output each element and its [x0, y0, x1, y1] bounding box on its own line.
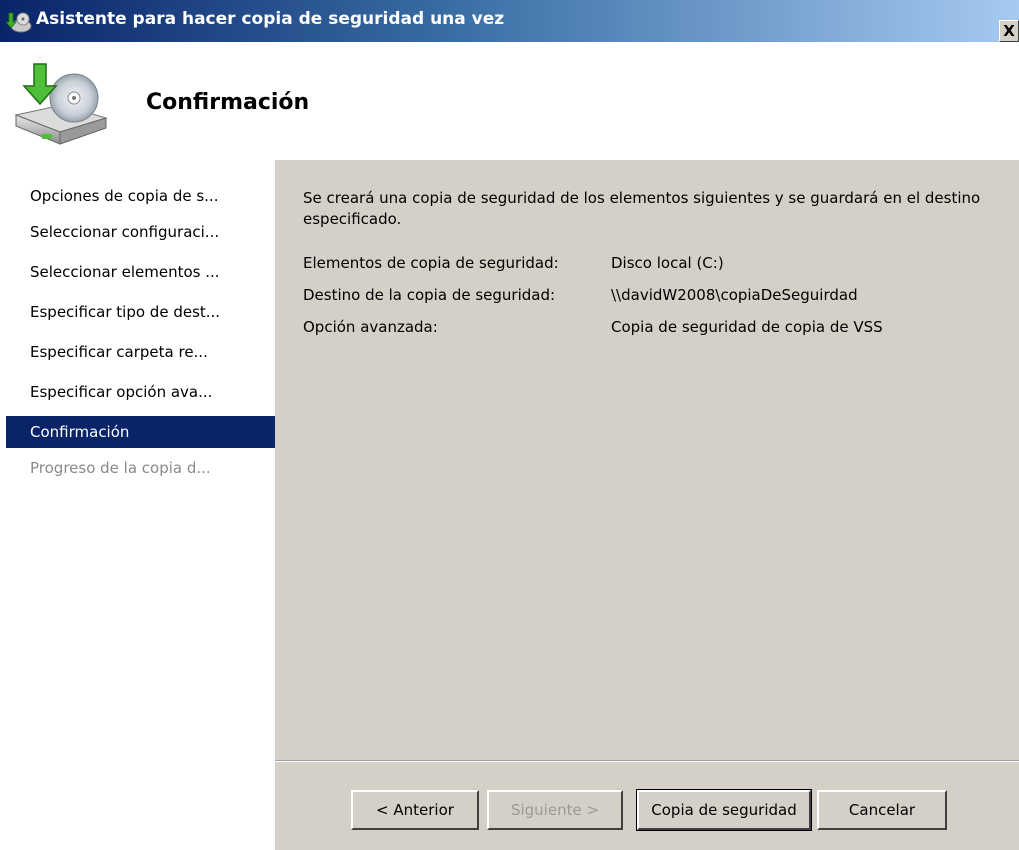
- title-bar: Asistente para hacer copia de seguridad …: [0, 0, 1019, 42]
- wizard-footer: < Anterior Siguiente > Copia de segurida…: [275, 762, 1019, 850]
- step-advanced-option[interactable]: Especificar opción ava...: [6, 376, 275, 408]
- step-remote-folder[interactable]: Especificar carpeta re...: [6, 336, 275, 368]
- next-button: Siguiente >: [487, 790, 623, 830]
- backup-app-icon: [6, 12, 32, 33]
- detail-label: Opción avanzada:: [303, 318, 438, 336]
- detail-value: \\davidW2008\copiaDeSeguirdad: [611, 286, 858, 304]
- close-icon: X: [1003, 22, 1015, 40]
- detail-value: Copia de seguridad de copia de VSS: [611, 318, 883, 336]
- window-title: Asistente para hacer copia de seguridad …: [36, 9, 505, 29]
- step-backup-options[interactable]: Opciones de copia de s...: [6, 180, 275, 212]
- back-button[interactable]: < Anterior: [351, 790, 479, 830]
- backup-button[interactable]: Copia de seguridad: [636, 789, 812, 831]
- step-destination-type[interactable]: Especificar tipo de dest...: [6, 296, 275, 328]
- detail-label: Destino de la copia de seguridad:: [303, 286, 556, 304]
- wizard-steps-sidebar: Opciones de copia de s... Seleccionar co…: [0, 160, 275, 850]
- wizard-header: Confirmación: [0, 42, 1019, 160]
- page-title: Confirmación: [146, 90, 310, 115]
- step-select-configuration[interactable]: Seleccionar configuraci...: [6, 216, 275, 248]
- cancel-button[interactable]: Cancelar: [817, 790, 947, 830]
- detail-label: Elementos de copia de seguridad:: [303, 254, 559, 272]
- step-backup-progress: Progreso de la copia d...: [30, 459, 211, 477]
- confirmation-panel: Se creará una copia de seguridad de los …: [275, 160, 1019, 760]
- step-select-items[interactable]: Seleccionar elementos ...: [6, 256, 275, 288]
- backup-drive-icon: [14, 63, 108, 145]
- detail-value: Disco local (C:): [611, 254, 724, 272]
- step-confirmation[interactable]: Confirmación: [6, 416, 275, 448]
- intro-text: Se creará una copia de seguridad de los …: [303, 189, 981, 228]
- close-button[interactable]: X: [999, 20, 1019, 42]
